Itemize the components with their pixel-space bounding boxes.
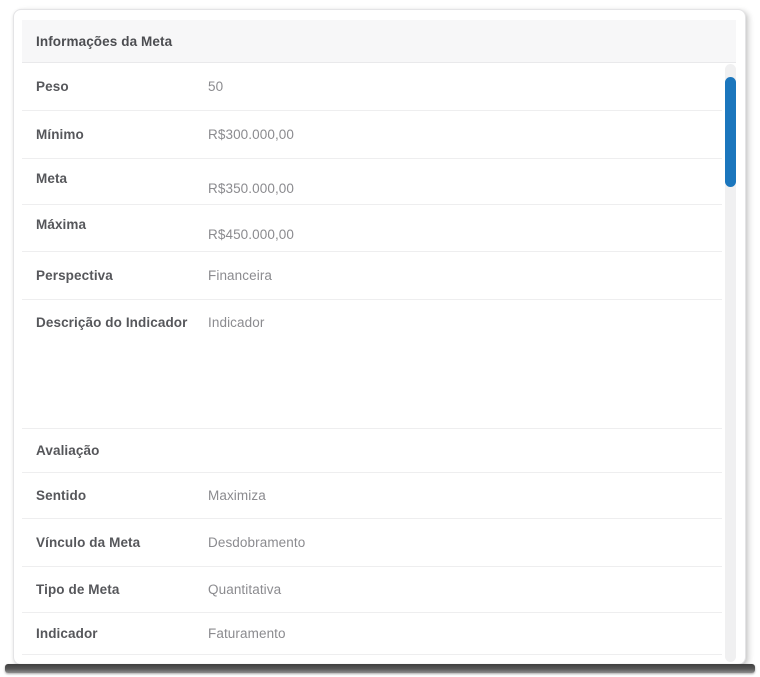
meta-info-card: Informações da Meta Peso 50 Mínimo R$300… [13, 9, 746, 665]
field-value: Indicador [208, 300, 264, 330]
field-label: Mínimo [36, 127, 208, 142]
field-label: Vínculo da Meta [36, 535, 208, 550]
field-label: Máxima [36, 205, 208, 232]
field-label: Indicador [36, 626, 208, 641]
field-label: Descrição do Indicador [36, 300, 208, 330]
field-label: Perspectiva [36, 268, 208, 283]
field-row-sentido: Sentido Maximiza [22, 473, 722, 519]
field-label: Meta [36, 159, 208, 186]
field-label: Peso [36, 79, 208, 94]
scrollable-fields-area: Peso 50 Mínimo R$300.000,00 Meta R$350.0… [22, 63, 736, 655]
field-row-tipo-de-meta: Tipo de Meta Quantitativa [22, 567, 722, 613]
window-bottom-edge-shadow [5, 664, 755, 673]
field-value: Financeira [208, 268, 272, 283]
field-row-indicador: Indicador Faturamento [22, 613, 722, 655]
section-title: Avaliação [36, 443, 99, 458]
field-value: R$450.000,00 [208, 205, 294, 242]
field-value: Maximiza [208, 488, 266, 503]
field-row-minimo: Mínimo R$300.000,00 [22, 111, 722, 159]
field-value: Quantitativa [208, 582, 281, 597]
field-row-meta: Meta R$350.000,00 [22, 159, 722, 205]
field-value: Desdobramento [208, 535, 305, 550]
field-rows: Peso 50 Mínimo R$300.000,00 Meta R$350.0… [22, 63, 722, 655]
field-label: Tipo de Meta [36, 582, 208, 597]
section-header-avaliacao: Avaliação [22, 429, 722, 473]
field-row-peso: Peso 50 [22, 63, 722, 111]
field-value: Faturamento [208, 626, 286, 641]
section-header-informacoes-da-meta: Informações da Meta [22, 20, 736, 63]
field-label: Sentido [36, 488, 208, 503]
field-row-vinculo-da-meta: Vínculo da Meta Desdobramento [22, 519, 722, 567]
card-content: Informações da Meta Peso 50 Mínimo R$300… [22, 20, 736, 658]
scrollbar-track[interactable] [725, 64, 736, 662]
field-value: R$350.000,00 [208, 159, 294, 196]
field-value: R$300.000,00 [208, 127, 294, 142]
field-row-maxima: Máxima R$450.000,00 [22, 205, 722, 252]
field-value: 50 [208, 79, 223, 94]
field-row-perspectiva: Perspectiva Financeira [22, 252, 722, 300]
field-row-descricao-do-indicador: Descrição do Indicador Indicador [22, 300, 722, 429]
scrollbar-thumb[interactable] [725, 77, 736, 187]
